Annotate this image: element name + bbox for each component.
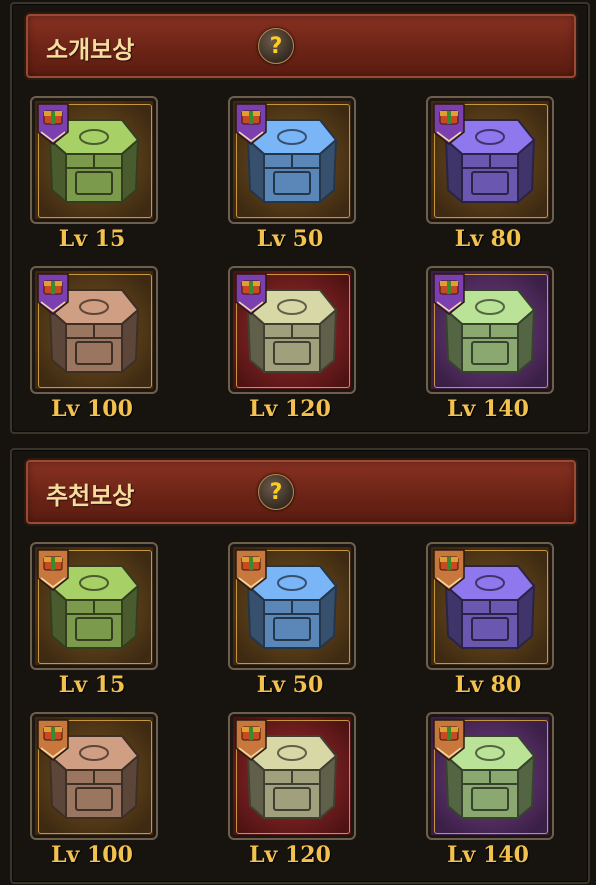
section-title: 소개보상 [46,36,135,64]
reward-slot-lv120[interactable] [228,266,356,394]
level-label: Lv 100 [51,842,133,868]
recommend-reward-panel: 추천보상 ? Lv 15 Lv 50 Lv 80 Lv 100 Lv 120 L… [10,448,590,884]
section-header: 소개보상 ? [24,12,578,80]
reward-slot-lv50[interactable] [228,96,356,224]
reward-slot-lv100[interactable] [30,266,158,394]
help-icon[interactable]: ? [258,28,294,64]
purple-badge-icon [235,273,267,315]
level-label: Lv 50 [256,226,324,252]
purple-badge-icon [235,103,267,145]
level-label: Lv 50 [256,672,324,698]
level-label: Lv 80 [454,226,522,252]
orange-badge-icon [235,549,267,591]
section-header: 추천보상 ? [24,458,578,526]
purple-badge-icon [37,103,69,145]
level-label: Lv 100 [51,396,133,422]
purple-badge-icon [433,103,465,145]
orange-badge-icon [235,719,267,761]
reward-slot-lv80[interactable] [426,96,554,224]
intro-reward-panel: 소개보상 ? Lv 15 Lv 50 Lv 80 Lv 100 Lv 120 L… [10,2,590,434]
help-icon[interactable]: ? [258,474,294,510]
reward-slot-lv15[interactable] [30,96,158,224]
orange-badge-icon [433,549,465,591]
purple-badge-icon [433,273,465,315]
reward-slot-lv140[interactable] [426,266,554,394]
level-label: Lv 120 [249,396,331,422]
section-title: 추천보상 [46,482,135,510]
level-label: Lv 140 [447,396,529,422]
orange-badge-icon [37,549,69,591]
level-label: Lv 15 [58,226,126,252]
level-label: Lv 15 [58,672,126,698]
reward-slot-lv15[interactable] [30,542,158,670]
reward-slot-lv120[interactable] [228,712,356,840]
orange-badge-icon [37,719,69,761]
purple-badge-icon [37,273,69,315]
level-label: Lv 80 [454,672,522,698]
level-label: Lv 120 [249,842,331,868]
reward-slot-lv100[interactable] [30,712,158,840]
level-label: Lv 140 [447,842,529,868]
reward-slot-lv80[interactable] [426,542,554,670]
reward-slot-lv140[interactable] [426,712,554,840]
orange-badge-icon [433,719,465,761]
reward-slot-lv50[interactable] [228,542,356,670]
